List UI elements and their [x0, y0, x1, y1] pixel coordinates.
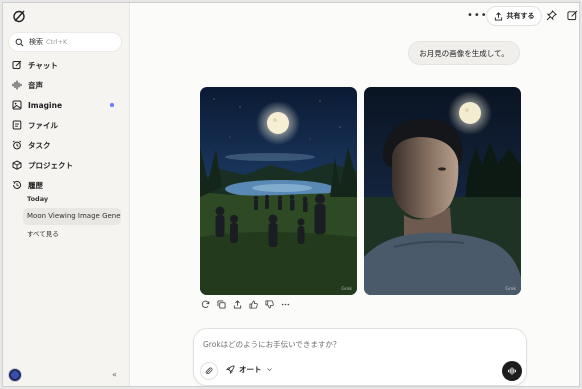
- more-options-icon[interactable]: •••: [467, 10, 488, 21]
- rocket-icon: [226, 365, 235, 374]
- history-icon: [12, 180, 22, 189]
- generated-image-2[interactable]: Grok: [364, 87, 521, 295]
- boy-moon-portrait-image: [364, 87, 521, 295]
- sidebar-item-chat[interactable]: チャット: [3, 55, 130, 75]
- share-upload-icon: [494, 11, 502, 21]
- attach-button[interactable]: [200, 362, 218, 380]
- mode-selector[interactable]: オート: [226, 364, 273, 375]
- image-watermark: Grok: [505, 287, 516, 292]
- voice-wave-icon: [12, 80, 22, 90]
- search-icon: [15, 38, 24, 46]
- chevron-down-icon: [266, 368, 272, 372]
- sidebar-item-label: チャット: [28, 60, 58, 70]
- sidebar-item-label: タスク: [28, 140, 51, 150]
- copy-icon[interactable]: [217, 300, 226, 309]
- search-shortcut: Ctrl+K: [46, 38, 68, 46]
- prompt-input[interactable]: Grokはどのようにお手伝いできますか？: [203, 339, 340, 350]
- user-message-text: お月見の画像を生成して。: [419, 48, 509, 58]
- sidebar: 検索 Ctrl+K チャット 音声 Imagine ファイル タスク プロジェク…: [3, 3, 130, 386]
- search-input[interactable]: 検索 Ctrl+K: [8, 32, 122, 52]
- thumbs-up-icon[interactable]: [249, 300, 258, 309]
- chat-composer: Grokはどのようにお手伝いできますか？ オート: [193, 328, 527, 386]
- new-chat-icon[interactable]: [567, 10, 578, 21]
- sidebar-item-voice[interactable]: 音声: [3, 75, 130, 95]
- sidebar-item-imagine[interactable]: Imagine: [3, 95, 130, 115]
- user-message-bubble: お月見の画像を生成して。: [408, 41, 520, 65]
- see-all-history-link[interactable]: すべて見る: [27, 228, 59, 238]
- image-icon: [12, 100, 22, 110]
- chat-main: ••• 共有する お月見の画像を生成して。 Grok Grok Grokはどのよ…: [131, 3, 579, 386]
- voice-mode-button[interactable]: [502, 361, 522, 381]
- mode-label: オート: [239, 365, 262, 374]
- sidebar-item-label: ファイル: [28, 120, 58, 130]
- message-actions: [201, 300, 290, 309]
- sidebar-item-label: 音声: [28, 80, 43, 90]
- regenerate-icon[interactable]: [201, 300, 210, 309]
- grok-logo-icon[interactable]: [12, 9, 26, 23]
- generated-image-1[interactable]: Grok: [200, 87, 357, 295]
- sidebar-item-label: 履歴: [28, 180, 43, 190]
- history-section-label: Today: [27, 195, 49, 203]
- share-icon[interactable]: [233, 300, 242, 309]
- sidebar-item-files[interactable]: ファイル: [3, 115, 130, 135]
- collapse-sidebar-icon[interactable]: «: [112, 370, 117, 379]
- share-button[interactable]: 共有する: [486, 6, 542, 26]
- thumbs-down-icon[interactable]: [265, 300, 274, 309]
- image-watermark: Grok: [341, 287, 352, 292]
- pin-icon[interactable]: [546, 10, 557, 21]
- sidebar-item-projects[interactable]: プロジェクト: [3, 155, 130, 175]
- app-window: 検索 Ctrl+K チャット 音声 Imagine ファイル タスク プロジェク…: [2, 2, 580, 387]
- search-label: 検索: [29, 38, 43, 46]
- share-button-label: 共有する: [506, 12, 535, 20]
- user-avatar[interactable]: [8, 368, 22, 382]
- history-item[interactable]: Moon Viewing Image Gener: [23, 208, 121, 225]
- paperclip-icon: [205, 367, 213, 374]
- sidebar-item-history[interactable]: 履歴: [3, 175, 130, 195]
- sidebar-item-label: Imagine: [28, 100, 63, 110]
- sidebar-item-label: プロジェクト: [28, 160, 73, 170]
- alarm-icon: [12, 140, 22, 150]
- file-icon: [12, 120, 22, 130]
- voice-wave-icon: [508, 367, 516, 375]
- box-icon: [12, 160, 22, 170]
- sidebar-item-tasks[interactable]: タスク: [3, 135, 130, 155]
- sidebar-nav: チャット 音声 Imagine ファイル タスク プロジェクト 履歴: [3, 55, 130, 195]
- more-icon[interactable]: [281, 300, 290, 309]
- new-indicator-dot: [110, 103, 114, 107]
- chat-edit-icon: [12, 60, 22, 69]
- moonlit-lake-image: [200, 87, 357, 295]
